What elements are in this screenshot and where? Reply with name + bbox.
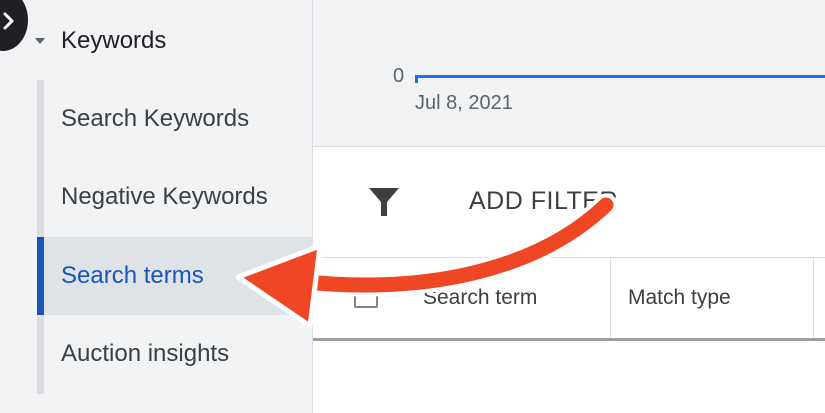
table-header-row: Search term Match type	[313, 258, 825, 341]
sidebar-item-label: Search terms	[61, 262, 204, 289]
collapse-sidebar-button[interactable]	[0, 0, 28, 51]
section-label: Keywords	[61, 27, 167, 54]
chart-series-line	[416, 75, 825, 78]
chevron-right-icon	[3, 12, 14, 30]
sidebar-item-label: Auction insights	[61, 340, 230, 367]
y-axis-tick: 0	[393, 65, 405, 87]
column-header-label: Match type	[628, 286, 731, 309]
filter-icon[interactable]	[367, 186, 401, 223]
caret-down-icon	[35, 38, 45, 44]
add-filter-button[interactable]: ADD FILTER	[469, 187, 618, 216]
column-header-match-type[interactable]: Match type	[610, 258, 813, 338]
sidebar-item-search-terms[interactable]: Search terms	[37, 237, 313, 315]
keywords-section-toggle[interactable]: Keywords	[31, 22, 166, 60]
main-content: 0 Jul 8, 2021 ADD FILTER Search term Mat…	[313, 0, 825, 413]
select-all-checkbox[interactable]	[354, 284, 378, 308]
sidebar-nav: Keywords Search Keywords Negative Keywor…	[0, 0, 313, 413]
sidebar-item-search-keywords[interactable]: Search Keywords	[37, 80, 313, 158]
performance-chart: 0 Jul 8, 2021	[313, 0, 825, 147]
sidebar-item-auction-insights[interactable]: Auction insights	[37, 315, 313, 393]
sidebar-item-label: Search Keywords	[61, 105, 250, 132]
x-axis-tick: Jul 8, 2021	[415, 92, 513, 114]
column-header-search-term[interactable]: Search term	[423, 258, 609, 338]
app-frame: Keywords Search Keywords Negative Keywor…	[0, 0, 825, 413]
filter-bar: ADD FILTER	[313, 147, 825, 258]
sidebar-item-label: Negative Keywords	[61, 183, 268, 210]
column-header-next[interactable]	[813, 258, 825, 338]
sidebar-item-negative-keywords[interactable]: Negative Keywords	[37, 158, 313, 236]
column-header-label: Search term	[423, 286, 538, 309]
